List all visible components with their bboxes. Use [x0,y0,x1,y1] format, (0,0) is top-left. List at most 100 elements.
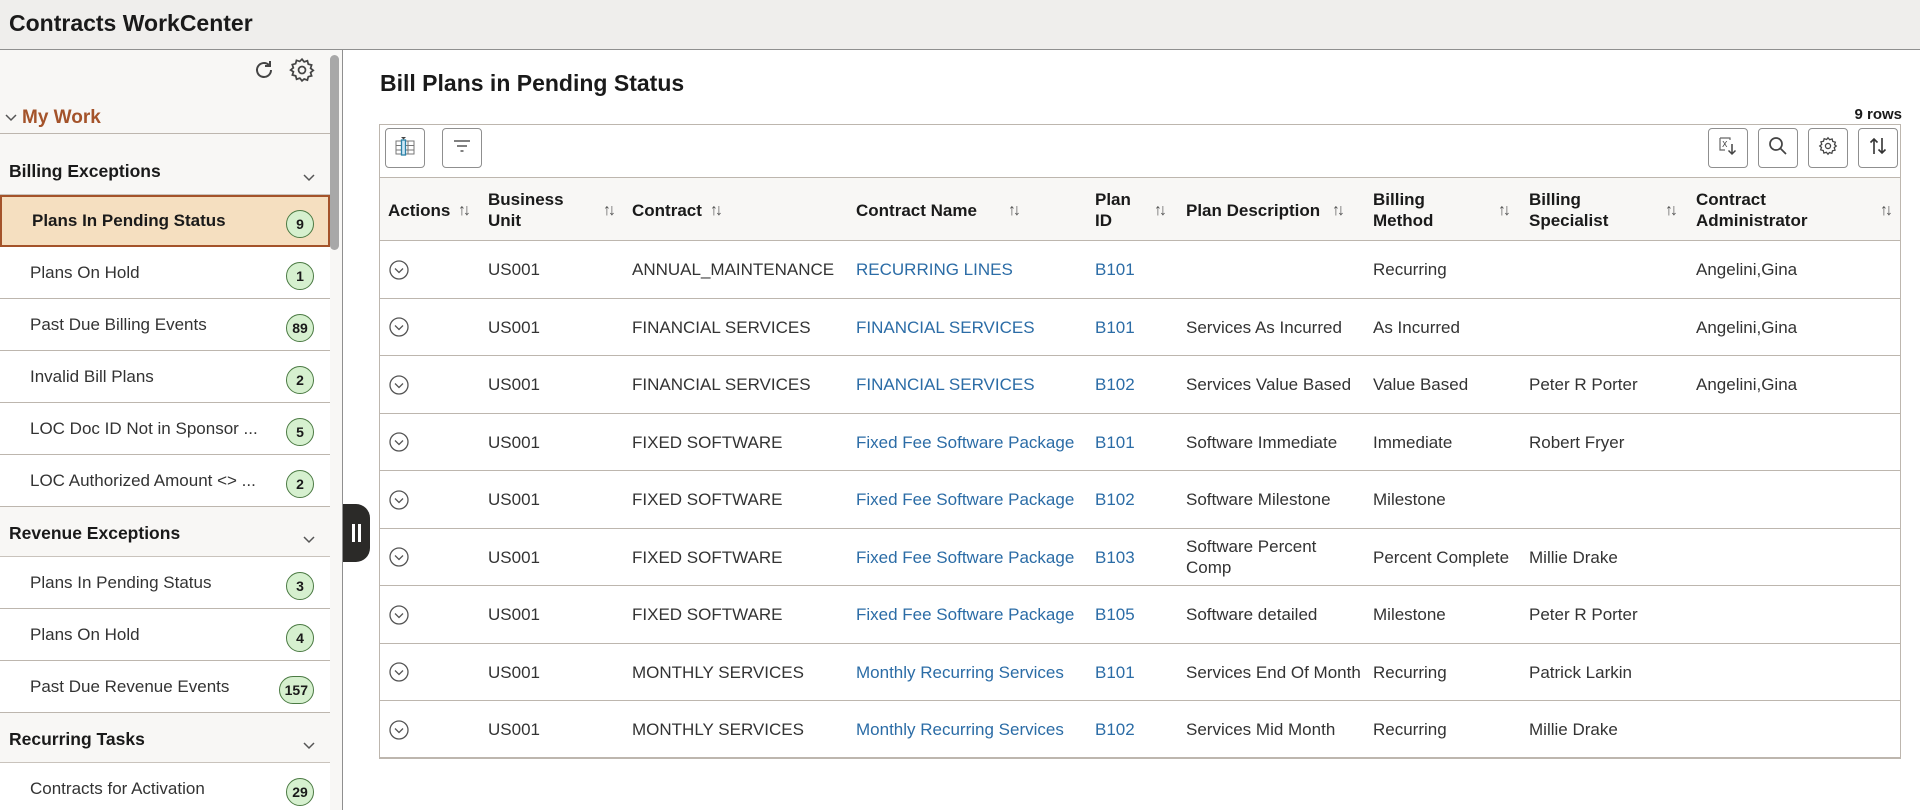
nav-group-header[interactable]: Recurring Tasks [0,713,330,763]
sort-icon[interactable]: ↑↓ [458,178,471,242]
sort-icon[interactable]: ↑↓ [710,178,723,242]
row-actions-chevron-icon[interactable] [388,546,410,568]
column-header-label: Billing Specialist [1529,190,1609,230]
column-header[interactable]: Contract [632,178,702,242]
row-actions-chevron-icon[interactable] [388,489,410,511]
chevron-down-icon [302,531,316,549]
contract-name-link[interactable]: Fixed Fee Software Package [856,414,1074,471]
sidebar-scrollbar[interactable] [330,55,339,250]
column-header[interactable]: Contract Name [856,178,977,242]
nav-item-label: LOC Doc ID Not in Sponsor ... [30,419,258,438]
plan-id-link[interactable]: B101 [1095,299,1135,356]
refresh-icon[interactable] [250,56,278,84]
plan-description-cell: Services End Of Month [1186,662,1361,682]
contract-name-link[interactable]: Monthly Recurring Services [856,644,1064,701]
nav-item[interactable]: Plans On Hold 1 [0,247,330,299]
my-work-header[interactable]: My Work [0,102,330,134]
contract-name-link[interactable]: RECURRING LINES [856,241,1013,298]
contract-name-link[interactable]: Monthly Recurring Services [856,701,1064,758]
nav-item[interactable]: Contracts for Activation 29 [0,763,330,810]
nav-item[interactable]: Plans In Pending Status 9 [0,195,330,247]
row-actions-chevron-icon[interactable] [388,719,410,741]
plan-id-link[interactable]: B102 [1095,471,1135,528]
contract-cell: MONTHLY SERVICES [632,720,804,739]
sort-icon [1867,135,1889,162]
nav-item-label: Plans On Hold [30,263,140,282]
sort-button[interactable] [1858,128,1898,168]
business-unit-cell: US001 [488,720,540,739]
row-actions-chevron-icon[interactable] [388,431,410,453]
search-icon [1767,135,1789,162]
sort-icon[interactable]: ↑↓ [1154,178,1167,242]
business-unit-cell: US001 [488,662,540,682]
actions-cell [388,644,410,701]
sort-icon[interactable]: ↑↓ [1498,178,1511,242]
contract-name-link[interactable]: FINANCIAL SERVICES [856,356,1035,413]
nav-item-label: Contracts for Activation [30,779,205,798]
export-excel-button[interactable]: X [1708,128,1748,168]
plan-id-link[interactable]: B105 [1095,586,1135,643]
filter-button[interactable] [442,128,482,168]
row-actions-chevron-icon[interactable] [388,661,410,683]
column-header[interactable]: Billing Specialist [1529,178,1619,242]
row-actions-chevron-icon[interactable] [388,374,410,396]
gear-icon [1817,135,1839,162]
nav-item[interactable]: LOC Doc ID Not in Sponsor ... 5 [0,403,330,455]
sidebar-collapse-handle[interactable] [343,504,370,562]
plan-description-cell: Services As Incurred [1186,317,1342,337]
filter-icon [451,135,473,162]
nav-item[interactable]: Past Due Billing Events 89 [0,299,330,351]
plan-description-cell: Software detailed [1186,605,1318,624]
plan-id-link[interactable]: B103 [1095,529,1135,586]
nav-item[interactable]: Plans On Hold 4 [0,609,330,661]
nav-item[interactable]: LOC Authorized Amount <> ... 2 [0,455,330,507]
column-header-label: Plan ID [1095,190,1131,230]
nav-item-label: LOC Authorized Amount <> ... [30,471,256,490]
sort-icon[interactable]: ↑↓ [603,178,616,242]
column-header[interactable]: Plan Description [1186,178,1320,242]
column-header[interactable]: Contract Administrator [1696,178,1826,242]
column-header[interactable]: Plan ID [1095,178,1145,242]
nav-item[interactable]: Plans In Pending Status 3 [0,557,330,609]
column-header[interactable]: Billing Method [1373,178,1463,242]
actions-cell [388,241,410,298]
contract-name-link[interactable]: Fixed Fee Software Package [856,586,1074,643]
nav-group-header[interactable]: Billing Exceptions [0,145,330,195]
sort-icon[interactable]: ↑↓ [1008,178,1021,242]
actions-cell [388,586,410,643]
plan-id-link[interactable]: B102 [1095,356,1135,413]
actions-cell [388,471,410,528]
column-header[interactable]: Business Unit [488,178,578,242]
row-actions-chevron-icon[interactable] [388,316,410,338]
plan-id-link[interactable]: B101 [1095,241,1135,298]
sort-icon[interactable]: ↑↓ [1880,178,1893,242]
plan-id-link[interactable]: B101 [1095,414,1135,471]
contract-administrator-cell: Angelini,Gina [1696,375,1798,394]
row-actions-chevron-icon[interactable] [388,259,410,281]
contract-name-link[interactable]: FINANCIAL SERVICES [856,299,1035,356]
row-actions-chevron-icon[interactable] [388,604,410,626]
nav-group-header[interactable]: Revenue Exceptions [0,507,330,557]
gear-icon[interactable] [288,56,316,84]
nav-group-label: Revenue Exceptions [9,523,181,543]
business-unit-cell: US001 [488,490,540,509]
count-badge: 4 [286,624,314,652]
nav-item-label: Plans On Hold [30,625,140,644]
nav-item[interactable]: Past Due Revenue Events 157 [0,661,330,713]
table-row: US001 FINANCIAL SERVICES FINANCIAL SERVICE… [380,356,1900,414]
nav-group-label: Recurring Tasks [9,729,145,749]
sort-icon[interactable]: ↑↓ [1665,178,1678,242]
search-button[interactable] [1758,128,1798,168]
billing-specialist-cell: Peter R Porter [1529,375,1638,394]
column-header[interactable]: Actions [388,178,450,242]
column-chooser-button[interactable] [385,128,425,168]
count-badge: 3 [286,572,314,600]
plan-id-link[interactable]: B102 [1095,701,1135,758]
plan-id-link[interactable]: B101 [1095,644,1135,701]
grid-settings-button[interactable] [1808,128,1848,168]
contract-name-link[interactable]: Fixed Fee Software Package [856,471,1074,528]
sort-icon[interactable]: ↑↓ [1332,178,1345,242]
sidebar: My Work Billing Exceptions Plans In Pend… [0,50,343,810]
contract-name-link[interactable]: Fixed Fee Software Package [856,529,1074,586]
nav-item[interactable]: Invalid Bill Plans 2 [0,351,330,403]
